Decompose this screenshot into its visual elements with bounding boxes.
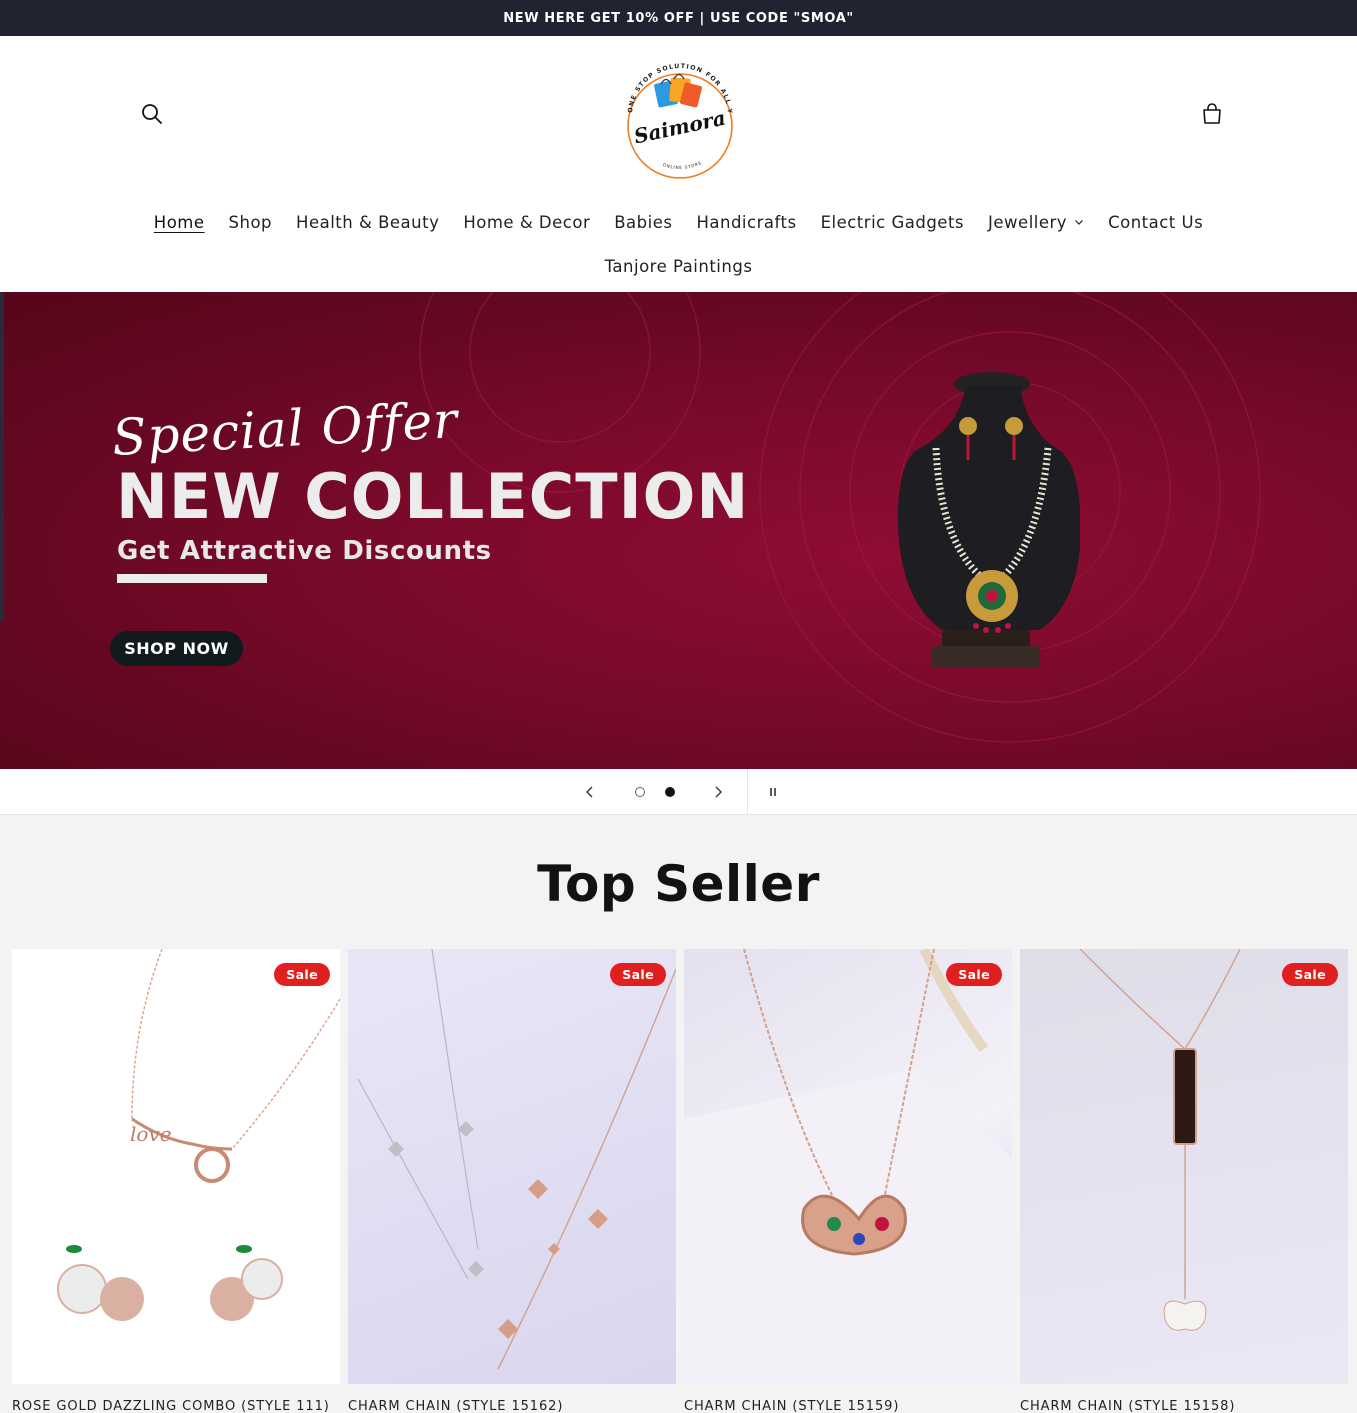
nav-item-electric-gadgets[interactable]: Electric Gadgets xyxy=(809,213,976,232)
hero-banner: Special Offer NEW COLLECTION Get Attract… xyxy=(0,292,1357,769)
product-card[interactable]: Sale CHARM CHAIN (STYLE 15159) xyxy=(684,949,1012,1413)
search-icon[interactable] xyxy=(138,100,166,128)
site-header: ONE STOP SOLUTION FOR ALL YOUR NEEDS ONL… xyxy=(0,36,1357,292)
top-seller-section: Top Seller love Sale ROSE GOLD DAZZLING … xyxy=(0,815,1357,1413)
sale-badge: Sale xyxy=(1282,963,1338,986)
nav-item-babies[interactable]: Babies xyxy=(602,213,684,232)
section-title: Top Seller xyxy=(537,855,820,913)
product-image[interactable] xyxy=(348,949,676,1384)
nav-item-contact-us[interactable]: Contact Us xyxy=(1096,213,1215,232)
slide-dot-2[interactable] xyxy=(665,787,675,797)
product-image[interactable]: love xyxy=(12,949,340,1384)
nav-item-shop[interactable]: Shop xyxy=(217,213,285,232)
nav-item-jewellery-label: Jewellery xyxy=(988,212,1068,232)
svg-text:love: love xyxy=(130,1122,172,1146)
chevron-down-icon xyxy=(1075,220,1084,225)
sale-badge: Sale xyxy=(610,963,666,986)
product-title[interactable]: ROSE GOLD DAZZLING COMBO (STYLE 111) xyxy=(12,1399,330,1413)
product-image[interactable] xyxy=(1020,949,1348,1384)
product-card[interactable]: love Sale ROSE GOLD DAZZLING COMBO (STYL… xyxy=(12,949,340,1413)
sale-badge: Sale xyxy=(946,963,1002,986)
product-card[interactable]: Sale CHARM CHAIN (STYLE 15162) xyxy=(348,949,676,1413)
pause-icon[interactable] xyxy=(761,780,785,804)
sale-badge: Sale xyxy=(274,963,330,986)
main-navigation: Home Shop Health & Beauty Home & Decor B… xyxy=(0,200,1357,288)
announcement-bar: NEW HERE GET 10% OFF | USE CODE "SMOA" xyxy=(0,0,1357,36)
announcement-text: NEW HERE GET 10% OFF | USE CODE "SMOA" xyxy=(503,10,854,26)
product-card[interactable]: Sale CHARM CHAIN (STYLE 15158) xyxy=(1020,949,1348,1413)
nav-item-home-decor[interactable]: Home & Decor xyxy=(451,213,602,232)
cart-icon[interactable] xyxy=(1198,100,1226,128)
product-title[interactable]: CHARM CHAIN (STYLE 15159) xyxy=(684,1399,899,1413)
nav-row-primary: Home Shop Health & Beauty Home & Decor B… xyxy=(0,200,1357,244)
nav-item-jewellery[interactable]: Jewellery xyxy=(976,213,1096,232)
product-image[interactable] xyxy=(684,949,1012,1384)
nav-item-health-beauty[interactable]: Health & Beauty xyxy=(284,213,451,232)
nav-row-secondary: Tanjore Paintings xyxy=(0,244,1357,288)
hero-subtitle: Get Attractive Discounts xyxy=(117,536,492,566)
hero-title: NEW COLLECTION xyxy=(116,460,750,533)
product-title[interactable]: CHARM CHAIN (STYLE 15162) xyxy=(348,1399,563,1413)
hero-underline xyxy=(117,574,267,583)
chevron-right-icon[interactable] xyxy=(706,780,730,804)
nav-item-handicrafts[interactable]: Handicrafts xyxy=(684,213,808,232)
site-logo[interactable]: ONE STOP SOLUTION FOR ALL YOUR NEEDS ONL… xyxy=(609,43,748,184)
slideshow-controls xyxy=(0,769,1357,815)
product-title[interactable]: CHARM CHAIN (STYLE 15158) xyxy=(1020,1399,1235,1413)
nav-item-home[interactable]: Home xyxy=(142,213,217,232)
controls-divider xyxy=(747,769,748,815)
chevron-left-icon[interactable] xyxy=(578,780,602,804)
nav-item-tanjore-paintings[interactable]: Tanjore Paintings xyxy=(593,257,765,276)
shop-now-button[interactable]: SHOP NOW xyxy=(110,631,243,666)
necklace-bust-image xyxy=(897,372,1080,668)
slide-dot-1[interactable] xyxy=(635,787,645,797)
slide-edge xyxy=(0,292,4,622)
